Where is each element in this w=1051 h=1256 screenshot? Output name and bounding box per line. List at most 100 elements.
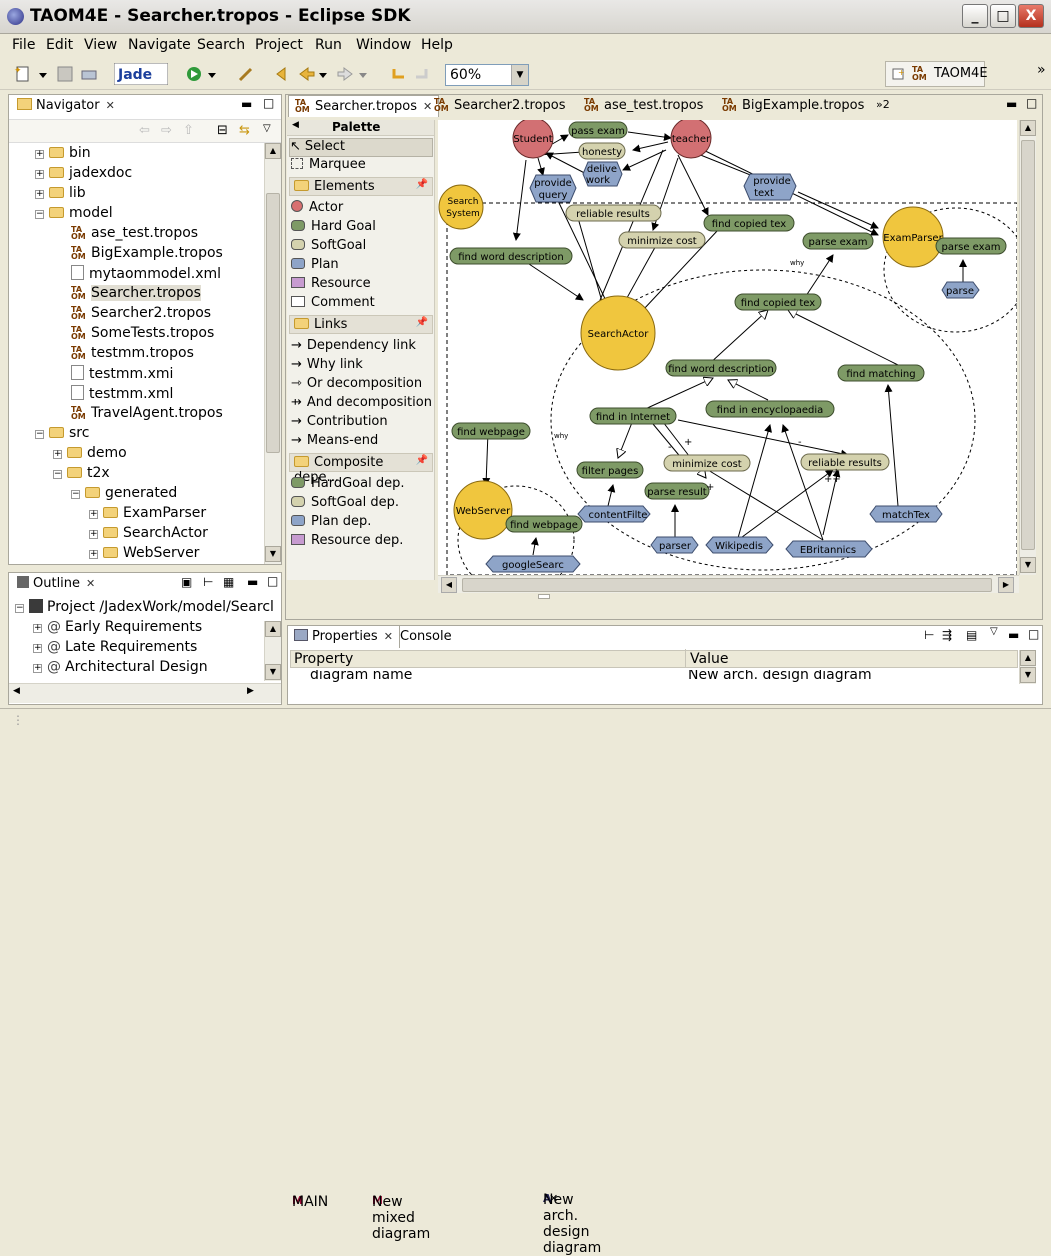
jade-logo-icon[interactable]: Jade xyxy=(114,63,168,85)
expand-icon[interactable]: + xyxy=(35,190,44,199)
palette-actor[interactable]: Actor xyxy=(291,200,343,219)
palette-or-decomposition[interactable]: ⇾ Or decomposition xyxy=(291,376,422,395)
close-icon[interactable]: ✕ xyxy=(384,630,393,643)
actor-searchactor[interactable]: SearchActor xyxy=(580,295,656,371)
tree-item-file[interactable]: TA OM BigExample.tropos xyxy=(71,245,223,265)
back-icon[interactable]: ⇦ xyxy=(139,123,150,138)
tree-item-file[interactable]: testmm.xml xyxy=(71,385,173,405)
tree-item-searchactor[interactable]: + SearchActor xyxy=(89,525,208,545)
palette-softgoal[interactable]: SoftGoal xyxy=(291,238,366,257)
tree-item-lib[interactable]: + lib xyxy=(35,185,86,205)
actor-examparser[interactable]: ExamParser xyxy=(882,206,944,268)
tab-searcher2-tropos[interactable]: TA OM Searcher2.tropos xyxy=(428,95,572,117)
forward-dropdown-icon[interactable] xyxy=(358,65,368,83)
expand-icon[interactable]: + xyxy=(35,150,44,159)
new-dropdown-icon[interactable] xyxy=(38,65,48,83)
view-menu-icon[interactable]: ▽ xyxy=(263,123,271,134)
actor-teacher[interactable]: teacher xyxy=(670,120,712,159)
minimize-button[interactable]: _ xyxy=(962,4,988,28)
collapse-icon[interactable]: − xyxy=(35,430,44,439)
tree-item-file[interactable]: TA OM TravelAgent.tropos xyxy=(71,405,223,425)
tree-item-file[interactable]: TA OM testmm.tropos xyxy=(71,345,194,365)
collapse-icon[interactable]: − xyxy=(71,490,80,499)
scroll-left-icon[interactable]: ◀ xyxy=(441,577,457,593)
outline-item[interactable]: + @ Early Requirements xyxy=(33,619,202,639)
collapse-palette-icon[interactable]: ◀ xyxy=(292,120,299,130)
filter-icon[interactable]: ⇶ xyxy=(942,628,952,642)
maximize-view-icon[interactable]: □ xyxy=(1028,627,1039,641)
more-tabs[interactable]: »2 xyxy=(870,95,896,117)
tree-item-bin[interactable]: + bin xyxy=(35,145,91,165)
expand-icon[interactable]: + xyxy=(33,664,42,673)
expand-icon[interactable]: + xyxy=(89,510,98,519)
save-icon[interactable] xyxy=(56,65,74,83)
close-button[interactable]: X xyxy=(1018,4,1044,28)
scroll-up-icon[interactable]: ▲ xyxy=(265,143,281,159)
palette-hardgoal-dep[interactable]: HardGoal dep. xyxy=(291,476,404,495)
palette-section-composite[interactable]: Composite depe... 📌 xyxy=(289,453,433,485)
outline-scrollbar[interactable]: ▲ ▼ xyxy=(264,621,281,681)
collapse-all-icon[interactable]: ⊟ xyxy=(217,123,228,138)
maximize-view-icon[interactable]: □ xyxy=(263,96,274,110)
outline-item[interactable]: + @ Architectural Design xyxy=(33,659,208,679)
tab-bigexample-tropos[interactable]: TA OM BigExample.tropos xyxy=(716,95,870,117)
menu-view[interactable]: View xyxy=(84,37,117,53)
minimize-view-icon[interactable]: ▬ xyxy=(241,97,252,111)
palette-resource[interactable]: Resource xyxy=(291,276,371,295)
palette-select-tool[interactable]: ↖ Select xyxy=(289,138,433,157)
palette-section-elements[interactable]: Elements 📌 xyxy=(289,177,433,196)
outline-item-project[interactable]: − Project /JadexWork/model/Searcl xyxy=(15,599,274,619)
expand-icon[interactable]: + xyxy=(89,550,98,559)
collapse-icon[interactable]: − xyxy=(53,470,62,479)
maximize-view-icon[interactable]: □ xyxy=(1026,96,1037,110)
tab-searcher-tropos[interactable]: TA OM Searcher.tropos ✕ xyxy=(288,95,440,117)
external-tools-icon[interactable] xyxy=(237,65,255,83)
print-icon[interactable] xyxy=(80,65,98,83)
chevron-down-icon[interactable]: ▼ xyxy=(511,65,528,85)
actor-student[interactable]: Student xyxy=(512,120,554,159)
filter-icon[interactable]: ▦ xyxy=(223,575,234,589)
back-dropdown-icon[interactable] xyxy=(318,65,328,83)
palette-section-links[interactable]: Links 📌 xyxy=(289,315,433,334)
menu-edit[interactable]: Edit xyxy=(46,37,73,53)
palette-marquee-tool[interactable]: Marquee xyxy=(291,157,366,176)
diagram-canvas[interactable]: Student teacher Search System SearchActor… xyxy=(438,120,1017,575)
minimize-view-icon[interactable]: ▬ xyxy=(1006,97,1017,111)
maximize-view-icon[interactable]: □ xyxy=(267,574,278,588)
scroll-down-icon[interactable]: ▼ xyxy=(1020,557,1036,573)
expand-icon[interactable]: + xyxy=(33,644,42,653)
actor-search-system[interactable]: Search System xyxy=(438,184,484,230)
menu-help[interactable]: Help xyxy=(421,37,453,53)
table-row[interactable]: diagram name New arch. design diagram xyxy=(290,670,1018,682)
palette-dependency-link[interactable]: → Dependency link xyxy=(291,338,416,357)
palette-comment[interactable]: Comment xyxy=(291,295,375,314)
hierarchy-icon[interactable]: ⊢ xyxy=(203,575,213,589)
column-divider[interactable] xyxy=(685,649,686,667)
palette-means-end[interactable]: → Means-end xyxy=(291,433,378,452)
collapse-icon[interactable]: − xyxy=(15,604,24,613)
tree-item-model[interactable]: − model xyxy=(35,205,113,225)
canvas-hscrollbar[interactable]: ◀ ▶ xyxy=(438,575,1019,593)
link-editor-icon[interactable]: ⇆ xyxy=(239,123,250,138)
tree-item-jadexdoc[interactable]: + jadexdoc xyxy=(35,165,132,185)
actor-webserver[interactable]: WebServer xyxy=(453,480,513,540)
tropos-diagram[interactable]: Student teacher Search System SearchActor… xyxy=(438,120,1017,575)
minimize-view-icon[interactable]: ▬ xyxy=(1008,628,1019,642)
palette-contribution[interactable]: → Contribution xyxy=(291,414,388,433)
outline-tree-icon[interactable]: ▣ xyxy=(181,575,192,589)
property-value[interactable]: New arch. design diagram xyxy=(688,670,872,682)
toolbar-more[interactable]: » xyxy=(1037,62,1046,78)
run-icon[interactable] xyxy=(185,65,203,83)
menu-file[interactable]: File xyxy=(12,37,35,53)
palette-hardgoal[interactable]: Hard Goal xyxy=(291,219,376,238)
menu-project[interactable]: Project xyxy=(255,37,303,53)
tree-item-file[interactable]: TA OM SomeTests.tropos xyxy=(71,325,214,345)
tree-item-file-selected[interactable]: TA OM Searcher.tropos xyxy=(71,285,201,305)
restore-default-icon[interactable]: ▤ xyxy=(966,628,977,642)
tree-item-generated[interactable]: − generated xyxy=(71,485,177,505)
tab-console[interactable]: Console xyxy=(394,626,458,648)
navigator-scrollbar[interactable]: ▲ ▼ xyxy=(264,143,281,564)
scroll-up-icon[interactable]: ▲ xyxy=(265,621,281,637)
tree-item-webserver[interactable]: + WebServer xyxy=(89,545,199,563)
view-menu-icon[interactable]: ▽ xyxy=(990,626,998,637)
